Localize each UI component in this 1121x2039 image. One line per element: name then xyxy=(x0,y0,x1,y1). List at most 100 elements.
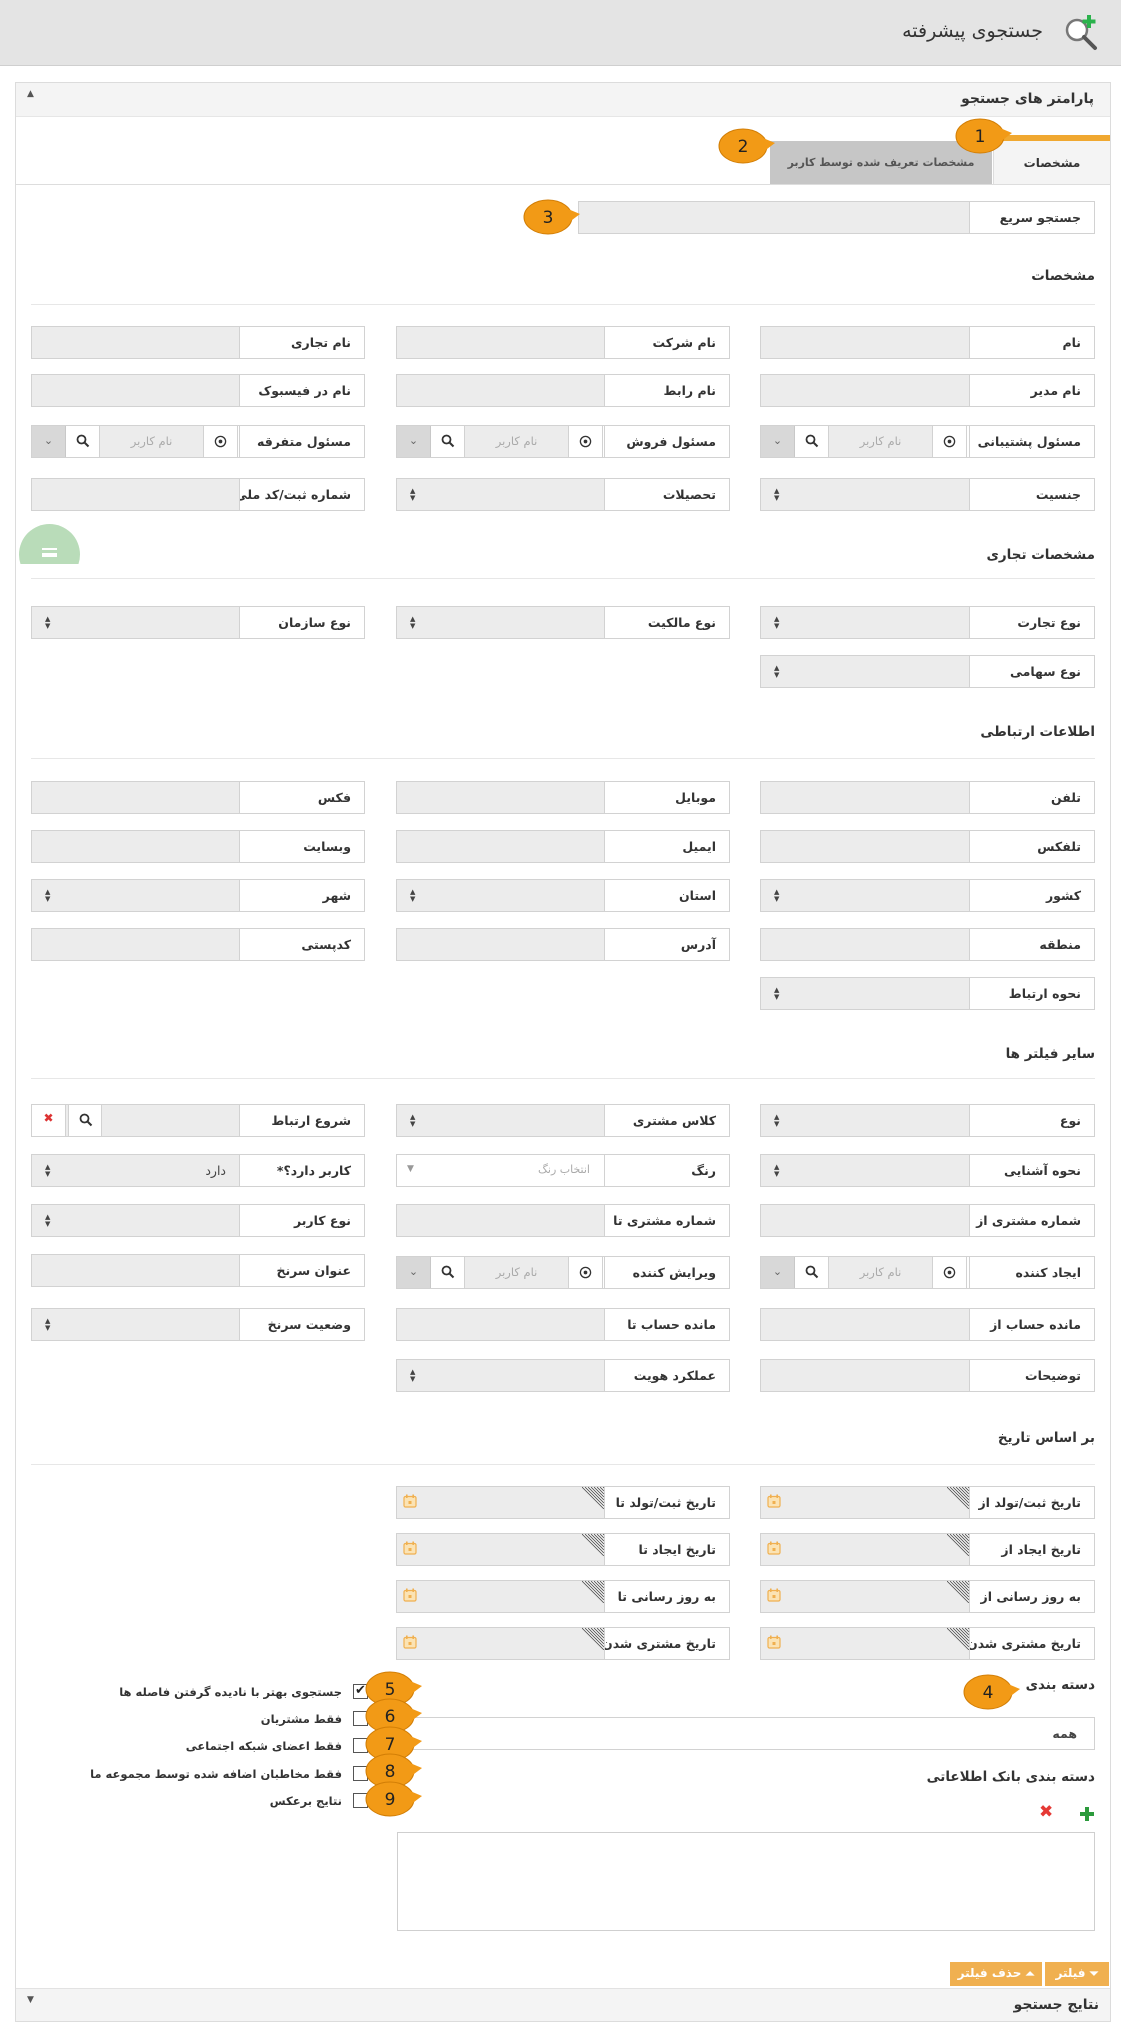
user-target-button[interactable] xyxy=(933,1257,967,1288)
user-search-button[interactable] xyxy=(431,426,465,457)
user-search-button[interactable] xyxy=(795,426,829,457)
field-gender[interactable]: ▲ ▼ جنسیت xyxy=(760,478,1095,511)
db-category-box[interactable] xyxy=(397,1832,1095,1931)
text-input[interactable] xyxy=(397,831,604,862)
field-has-user[interactable]: ▲ ▼ دارد کاربر دارد؟* xyxy=(31,1154,365,1187)
user-picker[interactable]: ⌄ نام کاربر xyxy=(761,1257,1001,1288)
field-province[interactable]: ▲ ▼ استان xyxy=(396,879,730,912)
field-rate-title[interactable]: عنوان سرنخ xyxy=(31,1254,365,1287)
field-identity-func[interactable]: ▲ ▼ عملکرد هویت xyxy=(396,1359,730,1392)
date-input[interactable] xyxy=(397,1534,604,1565)
field-update-from[interactable]: به روز رسانی از xyxy=(760,1580,1095,1613)
text-input[interactable] xyxy=(32,929,239,960)
date-input[interactable] xyxy=(397,1487,604,1518)
select-input[interactable] xyxy=(32,880,239,911)
text-input[interactable] xyxy=(761,375,969,406)
field-rate-status[interactable]: ▲ ▼ وضعیت سرنخ xyxy=(31,1308,365,1341)
user-target-button[interactable] xyxy=(204,426,238,457)
calendar-icon[interactable] xyxy=(767,1541,781,1555)
field-customer-class[interactable]: ▲ ▼ کلاس مشتری xyxy=(396,1104,730,1137)
calendar-icon[interactable] xyxy=(403,1635,417,1649)
select-input[interactable] xyxy=(397,1360,604,1391)
date-input[interactable] xyxy=(397,1628,604,1659)
field-cust-no-to[interactable]: شماره مشتری تا xyxy=(396,1204,730,1237)
date-input[interactable] xyxy=(761,1487,969,1518)
field-cust-no-from[interactable]: شماره مشتری از xyxy=(760,1204,1095,1237)
option-reverse[interactable]: نتایج برعکس xyxy=(140,1791,370,1811)
user-search-button[interactable] xyxy=(66,426,100,457)
option-fuzzy[interactable]: ✔ جستجوی بهتر با نادیده گرفتن فاصله ها xyxy=(119,1682,370,1702)
user-input[interactable]: نام کاربر xyxy=(465,426,569,457)
option-ours-only[interactable]: فقط مخاطبان اضافه شده توسط مجموعه ما xyxy=(90,1764,370,1784)
calendar-icon[interactable] xyxy=(403,1588,417,1602)
date-input[interactable] xyxy=(397,1581,604,1612)
user-input[interactable]: نام کاربر xyxy=(100,426,204,457)
select-input[interactable] xyxy=(761,880,969,911)
select-input[interactable] xyxy=(761,479,969,510)
chevron-down-icon[interactable]: ⌄ xyxy=(761,1257,795,1288)
field-facebook-name[interactable]: نام در فیسبوک xyxy=(31,374,365,407)
user-picker[interactable]: ⌄ نام کاربر xyxy=(761,426,967,457)
field-share-type[interactable]: ▲ ▼ نوع سهامی xyxy=(760,655,1095,688)
field-reg-date-from[interactable]: تاریخ ثبت/تولد از xyxy=(760,1486,1095,1519)
field-user-type[interactable]: ▲ ▼ نوع کاربر xyxy=(31,1204,365,1237)
field-balance-from[interactable]: مانده حساب از xyxy=(760,1308,1095,1341)
text-input[interactable] xyxy=(761,1360,969,1391)
field-telex[interactable]: تلفکس xyxy=(760,830,1095,863)
text-input[interactable] xyxy=(32,327,239,358)
text-input[interactable] xyxy=(32,479,239,510)
field-create-date-from[interactable]: تاریخ ایجاد از xyxy=(760,1533,1095,1566)
field-mobile[interactable]: موبایل xyxy=(396,781,730,814)
select-input[interactable] xyxy=(397,1105,604,1136)
user-input[interactable]: نام کاربر xyxy=(829,426,933,457)
field-name[interactable]: نام xyxy=(760,326,1095,359)
text-input[interactable] xyxy=(397,1205,604,1236)
field-city[interactable]: ▲ ▼ شهر xyxy=(31,879,365,912)
select-input[interactable] xyxy=(761,1105,969,1136)
filter-button[interactable]: ⏷ فیلتر xyxy=(1045,1962,1109,1986)
user-target-button[interactable] xyxy=(933,426,967,457)
text-input[interactable] xyxy=(397,1309,604,1340)
field-support-owner[interactable]: ⌄ نام کاربر مسئول پشتیبانی xyxy=(760,425,1095,458)
text-input[interactable] xyxy=(32,831,239,862)
select-input[interactable] xyxy=(761,607,969,638)
clear-icon[interactable]: ✖ xyxy=(32,1105,66,1136)
text-input[interactable] xyxy=(397,327,604,358)
date-input[interactable] xyxy=(761,1581,969,1612)
select-input[interactable] xyxy=(397,607,604,638)
calendar-icon[interactable] xyxy=(403,1541,417,1555)
field-acquaintance[interactable]: ▲ ▼ نحوه آشنایی xyxy=(760,1154,1095,1187)
select-input[interactable] xyxy=(397,880,604,911)
select-input[interactable] xyxy=(32,1205,239,1236)
field-editor[interactable]: ⌄ نام کاربر ویرایش کننده xyxy=(396,1256,730,1289)
calendar-icon[interactable] xyxy=(767,1588,781,1602)
field-reg-id[interactable]: شماره ثبت/کد ملی xyxy=(31,478,365,511)
add-category-icon[interactable] xyxy=(1080,1807,1094,1821)
field-postal-code[interactable]: کدپستی xyxy=(31,928,365,961)
field-creator[interactable]: ⌄ نام کاربر ایجاد کننده xyxy=(760,1256,1095,1289)
user-picker[interactable]: ⌄ نام کاربر xyxy=(397,1257,637,1288)
color-select[interactable]: ▼ انتخاب رنگ xyxy=(397,1155,604,1186)
user-picker[interactable]: ⌄ نام کاربر xyxy=(397,426,603,457)
field-update-to[interactable]: به روز رسانی تا xyxy=(396,1580,730,1613)
floating-menu-button[interactable] xyxy=(19,524,80,564)
field-description[interactable]: توضیحات xyxy=(760,1359,1095,1392)
search-button[interactable] xyxy=(68,1105,102,1136)
field-sales-owner[interactable]: ⌄ نام کاربر مسئول فروش xyxy=(396,425,730,458)
text-input[interactable] xyxy=(32,1255,239,1286)
chevron-down-icon[interactable]: ⌄ xyxy=(397,426,431,457)
field-color[interactable]: ▼ انتخاب رنگ رنگ xyxy=(396,1154,730,1187)
text-input[interactable] xyxy=(761,1205,969,1236)
field-customer-date-from[interactable]: تاریخ مشتری شدن از xyxy=(760,1627,1095,1660)
date-input[interactable] xyxy=(761,1534,969,1565)
calendar-icon[interactable] xyxy=(403,1494,417,1508)
user-search-button[interactable] xyxy=(431,1257,465,1288)
text-input[interactable] xyxy=(32,375,239,406)
text-input[interactable] xyxy=(761,327,969,358)
select-input[interactable] xyxy=(32,607,239,638)
field-manager-name[interactable]: نام مدیر xyxy=(760,374,1095,407)
select-input[interactable] xyxy=(32,1309,239,1340)
option-social-only[interactable]: فقط اعضای شبکه اجتماعی xyxy=(140,1736,370,1756)
text-input[interactable] xyxy=(761,831,969,862)
field-address[interactable]: آدرس xyxy=(396,928,730,961)
